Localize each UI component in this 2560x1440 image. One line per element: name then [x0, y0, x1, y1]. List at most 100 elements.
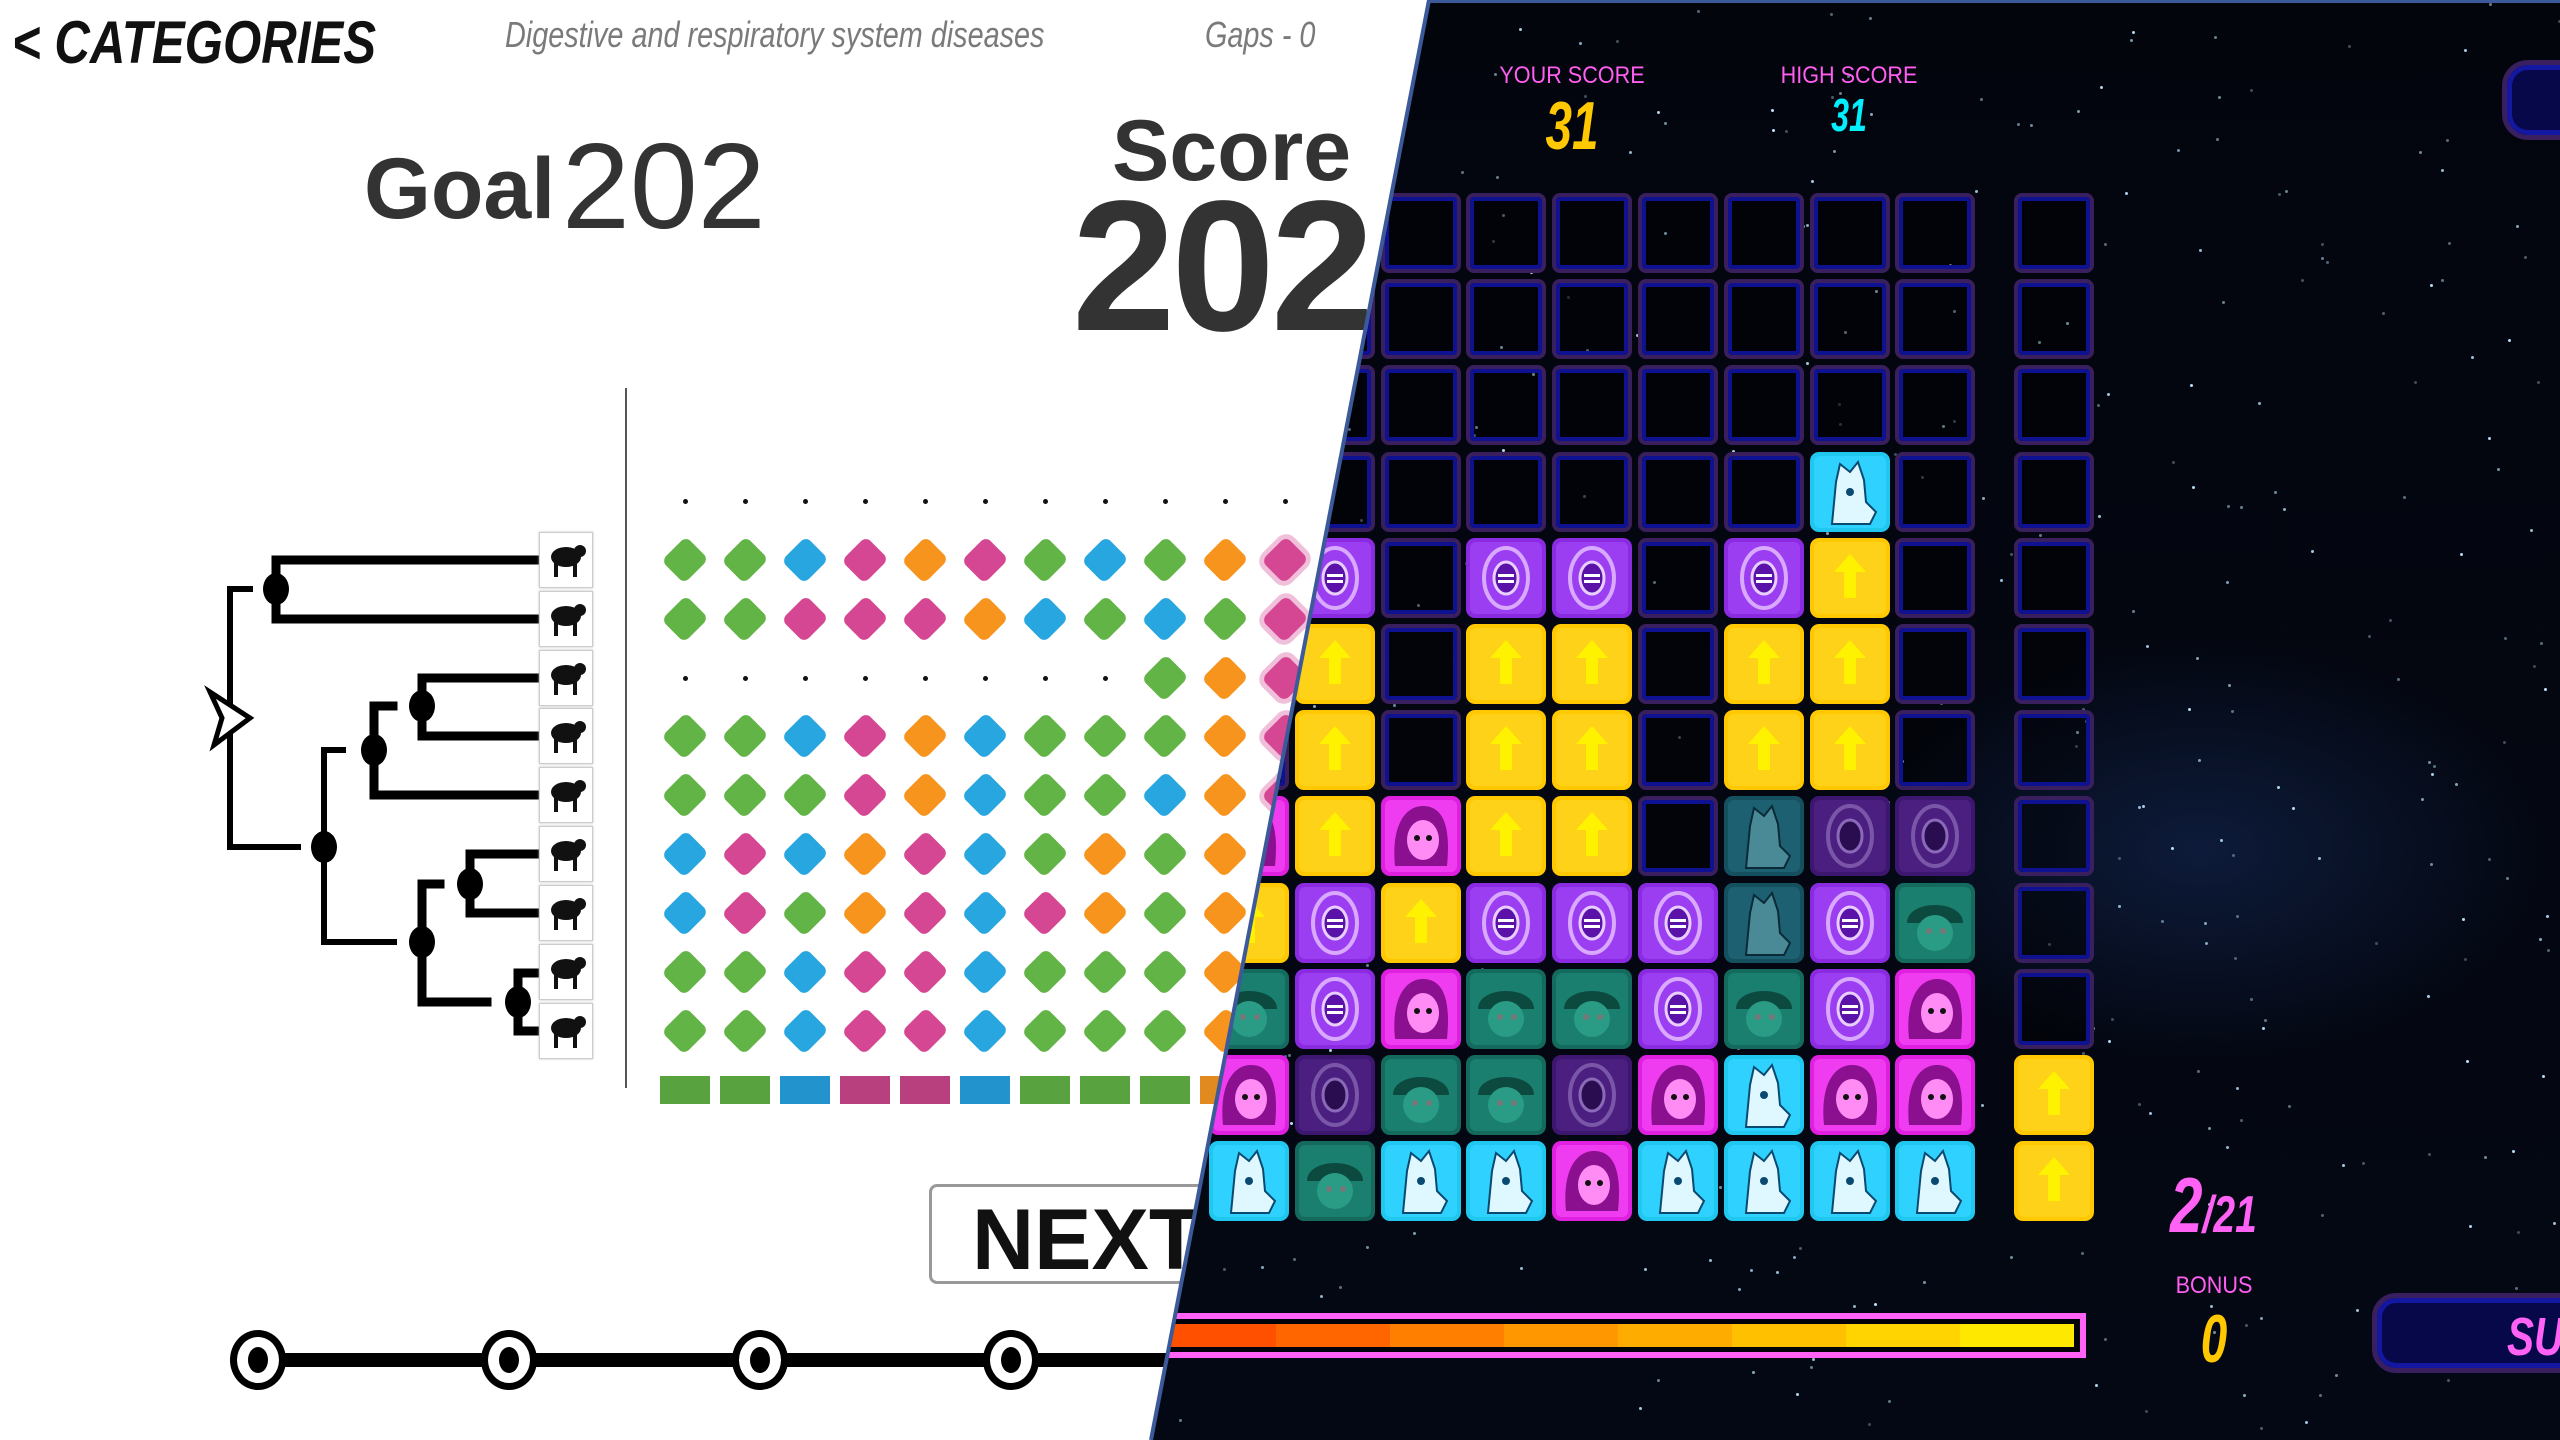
trait-diamond[interactable] — [721, 889, 769, 937]
trait-diamond[interactable] — [781, 889, 829, 937]
trait-diamond[interactable] — [1201, 712, 1249, 760]
ice-tile[interactable] — [1809, 451, 1890, 532]
trait-diamond[interactable] — [781, 595, 829, 643]
arrow-tile[interactable] — [1466, 710, 1547, 791]
trait-diamond[interactable] — [1201, 889, 1249, 937]
empty-slot[interactable] — [1895, 451, 1976, 532]
trait-diamond[interactable] — [781, 1007, 829, 1055]
trait-diamond[interactable] — [901, 595, 949, 643]
ice-tile[interactable] — [1466, 1141, 1547, 1222]
ice-tile-dim[interactable] — [1723, 796, 1804, 877]
empty-slot[interactable] — [1895, 710, 1976, 791]
trait-diamond[interactable] — [781, 830, 829, 878]
arrow-tile[interactable] — [1380, 882, 1461, 963]
trait-diamond[interactable] — [661, 595, 709, 643]
ice-tile[interactable] — [1380, 1141, 1461, 1222]
soldier-tile[interactable] — [1723, 968, 1804, 1049]
trait-diamond[interactable] — [961, 712, 1009, 760]
arrow-tile[interactable] — [1723, 624, 1804, 704]
trait-diamond[interactable] — [961, 595, 1009, 643]
trait-diamond[interactable] — [1201, 654, 1249, 702]
arrow-tile[interactable] — [1294, 624, 1375, 704]
empty-slot[interactable] — [1723, 451, 1804, 532]
empty-slot[interactable] — [2014, 968, 2094, 1049]
empty-slot[interactable] — [1552, 451, 1633, 532]
trait-diamond[interactable] — [781, 712, 829, 760]
eye-tile[interactable] — [1466, 882, 1547, 963]
trait-diamond[interactable] — [661, 771, 709, 819]
empty-slot[interactable] — [1895, 537, 1976, 618]
trait-diamond[interactable] — [1081, 595, 1129, 643]
trait-diamond[interactable] — [841, 595, 889, 643]
trait-diamond[interactable] — [1081, 889, 1129, 937]
trait-diamond[interactable] — [661, 1007, 709, 1055]
trait-diamond[interactable] — [901, 830, 949, 878]
ice-tile[interactable] — [1638, 1141, 1718, 1222]
empty-slot[interactable] — [2014, 451, 2094, 532]
empty-slot[interactable] — [1895, 279, 1976, 360]
eye-tile[interactable] — [1294, 968, 1375, 1049]
empty-slot[interactable] — [1723, 279, 1804, 360]
submit-button[interactable]: SUB — [2372, 1293, 2560, 1373]
arrow-tile[interactable] — [1466, 624, 1547, 704]
trait-diamond[interactable] — [1081, 830, 1129, 878]
trait-diamond[interactable] — [781, 948, 829, 996]
eye-tile-dim[interactable] — [1552, 1055, 1633, 1135]
arrow-tile[interactable] — [2014, 1055, 2094, 1135]
empty-slot[interactable] — [1895, 193, 1976, 273]
trait-diamond[interactable] — [661, 712, 709, 760]
empty-slot[interactable] — [1552, 193, 1633, 273]
empty-slot[interactable] — [2014, 710, 2094, 791]
soldier-tile[interactable] — [1552, 968, 1633, 1049]
trait-diamond[interactable] — [1141, 830, 1189, 878]
eye-tile-dim[interactable] — [1809, 796, 1890, 877]
trait-diamond[interactable] — [1201, 595, 1249, 643]
trait-diamond[interactable] — [1081, 771, 1129, 819]
empty-slot[interactable] — [1380, 624, 1461, 704]
trait-diamond[interactable] — [1141, 948, 1189, 996]
trait-diamond[interactable] — [1261, 595, 1309, 643]
trait-diamond[interactable] — [841, 830, 889, 878]
trait-diamond[interactable] — [1201, 771, 1249, 819]
soldier-tile[interactable] — [1294, 1141, 1375, 1222]
trait-diamond[interactable] — [721, 830, 769, 878]
soldier-tile[interactable] — [1466, 968, 1547, 1049]
empty-slot[interactable] — [1380, 193, 1461, 273]
level-node[interactable] — [732, 1330, 788, 1390]
eye-tile[interactable] — [1638, 968, 1718, 1049]
trait-diamond[interactable] — [1021, 1007, 1069, 1055]
empty-slot[interactable] — [1638, 796, 1718, 877]
eye-tile-dim[interactable] — [1294, 1055, 1375, 1135]
empty-slot[interactable] — [1638, 710, 1718, 791]
trait-diamond[interactable] — [1141, 889, 1189, 937]
empty-slot[interactable] — [2014, 537, 2094, 618]
menu-button[interactable] — [2502, 60, 2560, 140]
empty-slot[interactable] — [1466, 193, 1547, 273]
arrow-tile[interactable] — [1723, 710, 1804, 791]
trait-diamond[interactable] — [661, 948, 709, 996]
empty-slot[interactable] — [1809, 279, 1890, 360]
eye-tile[interactable] — [1809, 882, 1890, 963]
empty-slot[interactable] — [2014, 796, 2094, 877]
empty-slot[interactable] — [1809, 365, 1890, 446]
eye-tile[interactable] — [1552, 537, 1633, 618]
trait-diamond[interactable] — [841, 771, 889, 819]
trait-diamond[interactable] — [661, 830, 709, 878]
trait-diamond[interactable] — [1021, 889, 1069, 937]
trait-diamond[interactable] — [841, 1007, 889, 1055]
arrow-tile[interactable] — [1809, 624, 1890, 704]
arrow-tile[interactable] — [1294, 710, 1375, 791]
arrow-tile[interactable] — [1552, 624, 1633, 704]
empty-slot[interactable] — [2014, 365, 2094, 446]
trait-diamond[interactable] — [1021, 771, 1069, 819]
arrow-tile[interactable] — [1552, 710, 1633, 791]
arrow-tile[interactable] — [2014, 1141, 2094, 1222]
empty-slot[interactable] — [1466, 365, 1547, 446]
trait-diamond[interactable] — [961, 536, 1009, 584]
empty-slot[interactable] — [2014, 882, 2094, 963]
girl-tile[interactable] — [1380, 796, 1461, 877]
eye-tile[interactable] — [1723, 537, 1804, 618]
soldier-tile[interactable] — [1895, 882, 1976, 963]
trait-diamond[interactable] — [901, 712, 949, 760]
trait-diamond[interactable] — [1081, 948, 1129, 996]
